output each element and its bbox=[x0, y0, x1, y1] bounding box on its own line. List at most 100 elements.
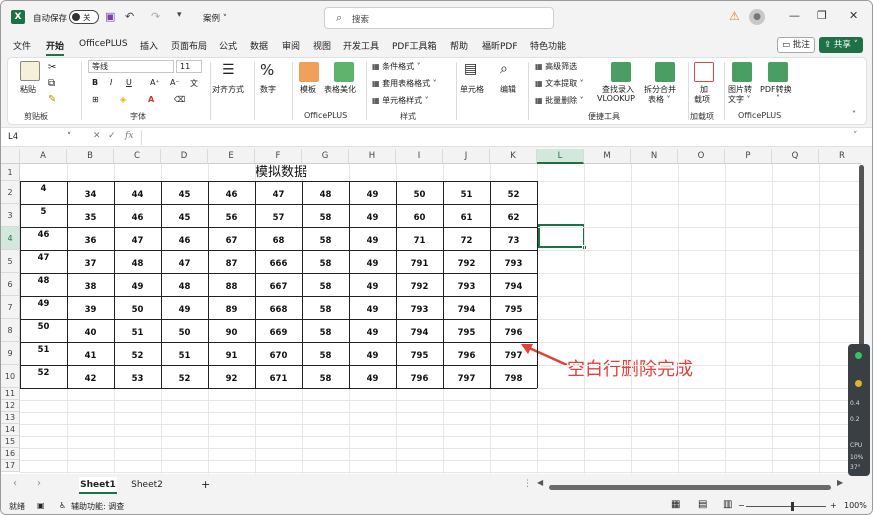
align-icon[interactable]: ☰ bbox=[222, 62, 235, 78]
data-cell[interactable]: 34 bbox=[67, 181, 114, 204]
share-button[interactable]: ⇪ 共享 ˅ bbox=[819, 37, 863, 53]
number-button[interactable]: 数字 bbox=[260, 84, 276, 95]
text-extract-button[interactable]: ▦ 文本提取 ˅ bbox=[535, 78, 584, 89]
accessibility-status[interactable]: 辅助功能: 调查 bbox=[71, 501, 124, 512]
data-cell[interactable]: 58 bbox=[302, 204, 349, 227]
search-box[interactable]: ⌕ 搜索 bbox=[324, 7, 554, 29]
column-header-j[interactable]: J bbox=[443, 149, 490, 164]
batch-delete-button[interactable]: ▦ 批量删除 ˅ bbox=[535, 95, 584, 106]
data-cell[interactable]: 46 bbox=[20, 227, 67, 250]
data-cell[interactable]: 49 bbox=[349, 296, 396, 319]
shrink-font-icon[interactable]: A⁻ bbox=[170, 78, 180, 87]
edit-button[interactable]: 编辑 bbox=[500, 84, 516, 95]
data-cell[interactable]: 50 bbox=[114, 296, 161, 319]
data-cell[interactable]: 73 bbox=[490, 227, 537, 250]
font-name-select[interactable]: 等线 bbox=[88, 60, 174, 73]
data-cell[interactable]: 669 bbox=[255, 319, 302, 342]
file-name[interactable]: 案例 ˅ bbox=[203, 12, 227, 24]
row-header-5[interactable]: 5 bbox=[1, 250, 20, 273]
data-cell[interactable]: 792 bbox=[396, 273, 443, 296]
expand-formula-icon[interactable]: ˅ bbox=[853, 131, 858, 141]
data-cell[interactable]: 793 bbox=[396, 296, 443, 319]
data-cell[interactable]: 52 bbox=[114, 342, 161, 365]
data-cell[interactable]: 794 bbox=[443, 296, 490, 319]
column-header-h[interactable]: H bbox=[349, 149, 396, 164]
font-color-icon[interactable]: A bbox=[148, 95, 154, 104]
cond-format-button[interactable]: ▦ 条件格式 ˅ bbox=[372, 61, 421, 72]
data-cell[interactable]: 791 bbox=[396, 250, 443, 273]
data-cell[interactable]: 48 bbox=[114, 250, 161, 273]
data-cell[interactable]: 49 bbox=[349, 319, 396, 342]
data-cell[interactable]: 47 bbox=[20, 250, 67, 273]
row-header-15[interactable]: 15 bbox=[1, 436, 20, 448]
data-cell[interactable]: 58 bbox=[302, 250, 349, 273]
underline-button[interactable]: U bbox=[126, 78, 132, 87]
data-cell[interactable]: 794 bbox=[396, 319, 443, 342]
menu-data[interactable]: 数据 bbox=[250, 39, 268, 52]
data-cell[interactable]: 793 bbox=[443, 273, 490, 296]
zoom-slider[interactable] bbox=[746, 506, 826, 507]
next-sheet-icon[interactable]: › bbox=[37, 478, 41, 489]
cells-icon[interactable]: ▤ bbox=[464, 61, 477, 77]
adv-filter-button[interactable]: ▦ 高级筛选 bbox=[535, 61, 577, 72]
data-cell[interactable]: 50 bbox=[396, 181, 443, 204]
data-cell[interactable]: 62 bbox=[490, 204, 537, 227]
row-header-8[interactable]: 8 bbox=[1, 319, 20, 342]
prev-sheet-icon[interactable]: ‹ bbox=[13, 478, 17, 489]
data-cell[interactable]: 667 bbox=[255, 273, 302, 296]
minimize-button[interactable]: — bbox=[789, 9, 800, 22]
data-cell[interactable]: 49 bbox=[20, 296, 67, 319]
close-button[interactable]: ✕ bbox=[849, 9, 858, 22]
column-header-a[interactable]: A bbox=[20, 149, 67, 164]
column-header-o[interactable]: O bbox=[678, 149, 725, 164]
data-cell[interactable]: 45 bbox=[161, 181, 208, 204]
normal-view-icon[interactable]: ▦ bbox=[671, 499, 680, 510]
data-cell[interactable]: 49 bbox=[349, 250, 396, 273]
row-header-14[interactable]: 14 bbox=[1, 424, 20, 436]
tab-split-handle[interactable]: ⋮ bbox=[523, 479, 532, 489]
data-cell[interactable]: 793 bbox=[490, 250, 537, 273]
system-monitor-widget[interactable]: 0.4 0.2 CPU 10% 37° bbox=[848, 344, 870, 476]
addin-icon[interactable] bbox=[694, 62, 714, 82]
column-header-p[interactable]: P bbox=[725, 149, 772, 164]
sheet-title[interactable]: 模拟数据 bbox=[211, 164, 351, 181]
sheet-tab-sheet2[interactable]: Sheet2 bbox=[127, 477, 167, 494]
data-cell[interactable]: 797 bbox=[490, 342, 537, 365]
column-header-k[interactable]: K bbox=[490, 149, 537, 164]
data-cell[interactable]: 52 bbox=[20, 365, 67, 388]
data-cell[interactable]: 670 bbox=[255, 342, 302, 365]
data-cell[interactable]: 51 bbox=[161, 342, 208, 365]
edit-icon[interactable]: ⌕ bbox=[500, 61, 508, 77]
column-header-d[interactable]: D bbox=[161, 149, 208, 164]
data-cell[interactable]: 58 bbox=[302, 227, 349, 250]
data-cell[interactable]: 61 bbox=[443, 204, 490, 227]
number-icon[interactable]: % bbox=[260, 61, 274, 79]
format-painter-icon[interactable]: ✎ bbox=[48, 94, 56, 105]
data-cell[interactable]: 51 bbox=[443, 181, 490, 204]
split-label-2[interactable]: 表格 ˅ bbox=[648, 94, 671, 105]
data-cell[interactable]: 35 bbox=[67, 204, 114, 227]
data-cell[interactable]: 796 bbox=[490, 319, 537, 342]
column-header-c[interactable]: C bbox=[114, 149, 161, 164]
data-cell[interactable]: 68 bbox=[255, 227, 302, 250]
data-cell[interactable]: 60 bbox=[396, 204, 443, 227]
fill-color-icon[interactable]: ◈ bbox=[120, 95, 126, 104]
data-cell[interactable]: 46 bbox=[161, 227, 208, 250]
data-cell[interactable]: 53 bbox=[114, 365, 161, 388]
worksheet-grid[interactable]: 模拟数据 空白行删除完成 ABCDEFGHIJKLMNOPQR123456789… bbox=[1, 149, 861, 474]
menu-help[interactable]: 帮助 bbox=[450, 39, 468, 52]
menu-formulas[interactable]: 公式 bbox=[219, 39, 237, 52]
data-cell[interactable]: 52 bbox=[490, 181, 537, 204]
menu-file[interactable]: 文件 bbox=[13, 39, 31, 52]
border-icon[interactable]: ⊞ bbox=[92, 95, 99, 104]
fx-icon[interactable]: fx bbox=[125, 131, 133, 141]
data-cell[interactable]: 666 bbox=[255, 250, 302, 273]
data-cell[interactable]: 67 bbox=[208, 227, 255, 250]
template-button[interactable]: 模板 bbox=[300, 84, 316, 95]
menu-developer[interactable]: 开发工具 bbox=[343, 39, 379, 52]
collapse-ribbon-icon[interactable]: ˅ bbox=[852, 110, 856, 119]
data-cell[interactable]: 72 bbox=[443, 227, 490, 250]
cancel-icon[interactable]: ✕ bbox=[93, 131, 101, 141]
data-cell[interactable]: 48 bbox=[20, 273, 67, 296]
align-button[interactable]: 对齐方式 bbox=[212, 84, 244, 95]
